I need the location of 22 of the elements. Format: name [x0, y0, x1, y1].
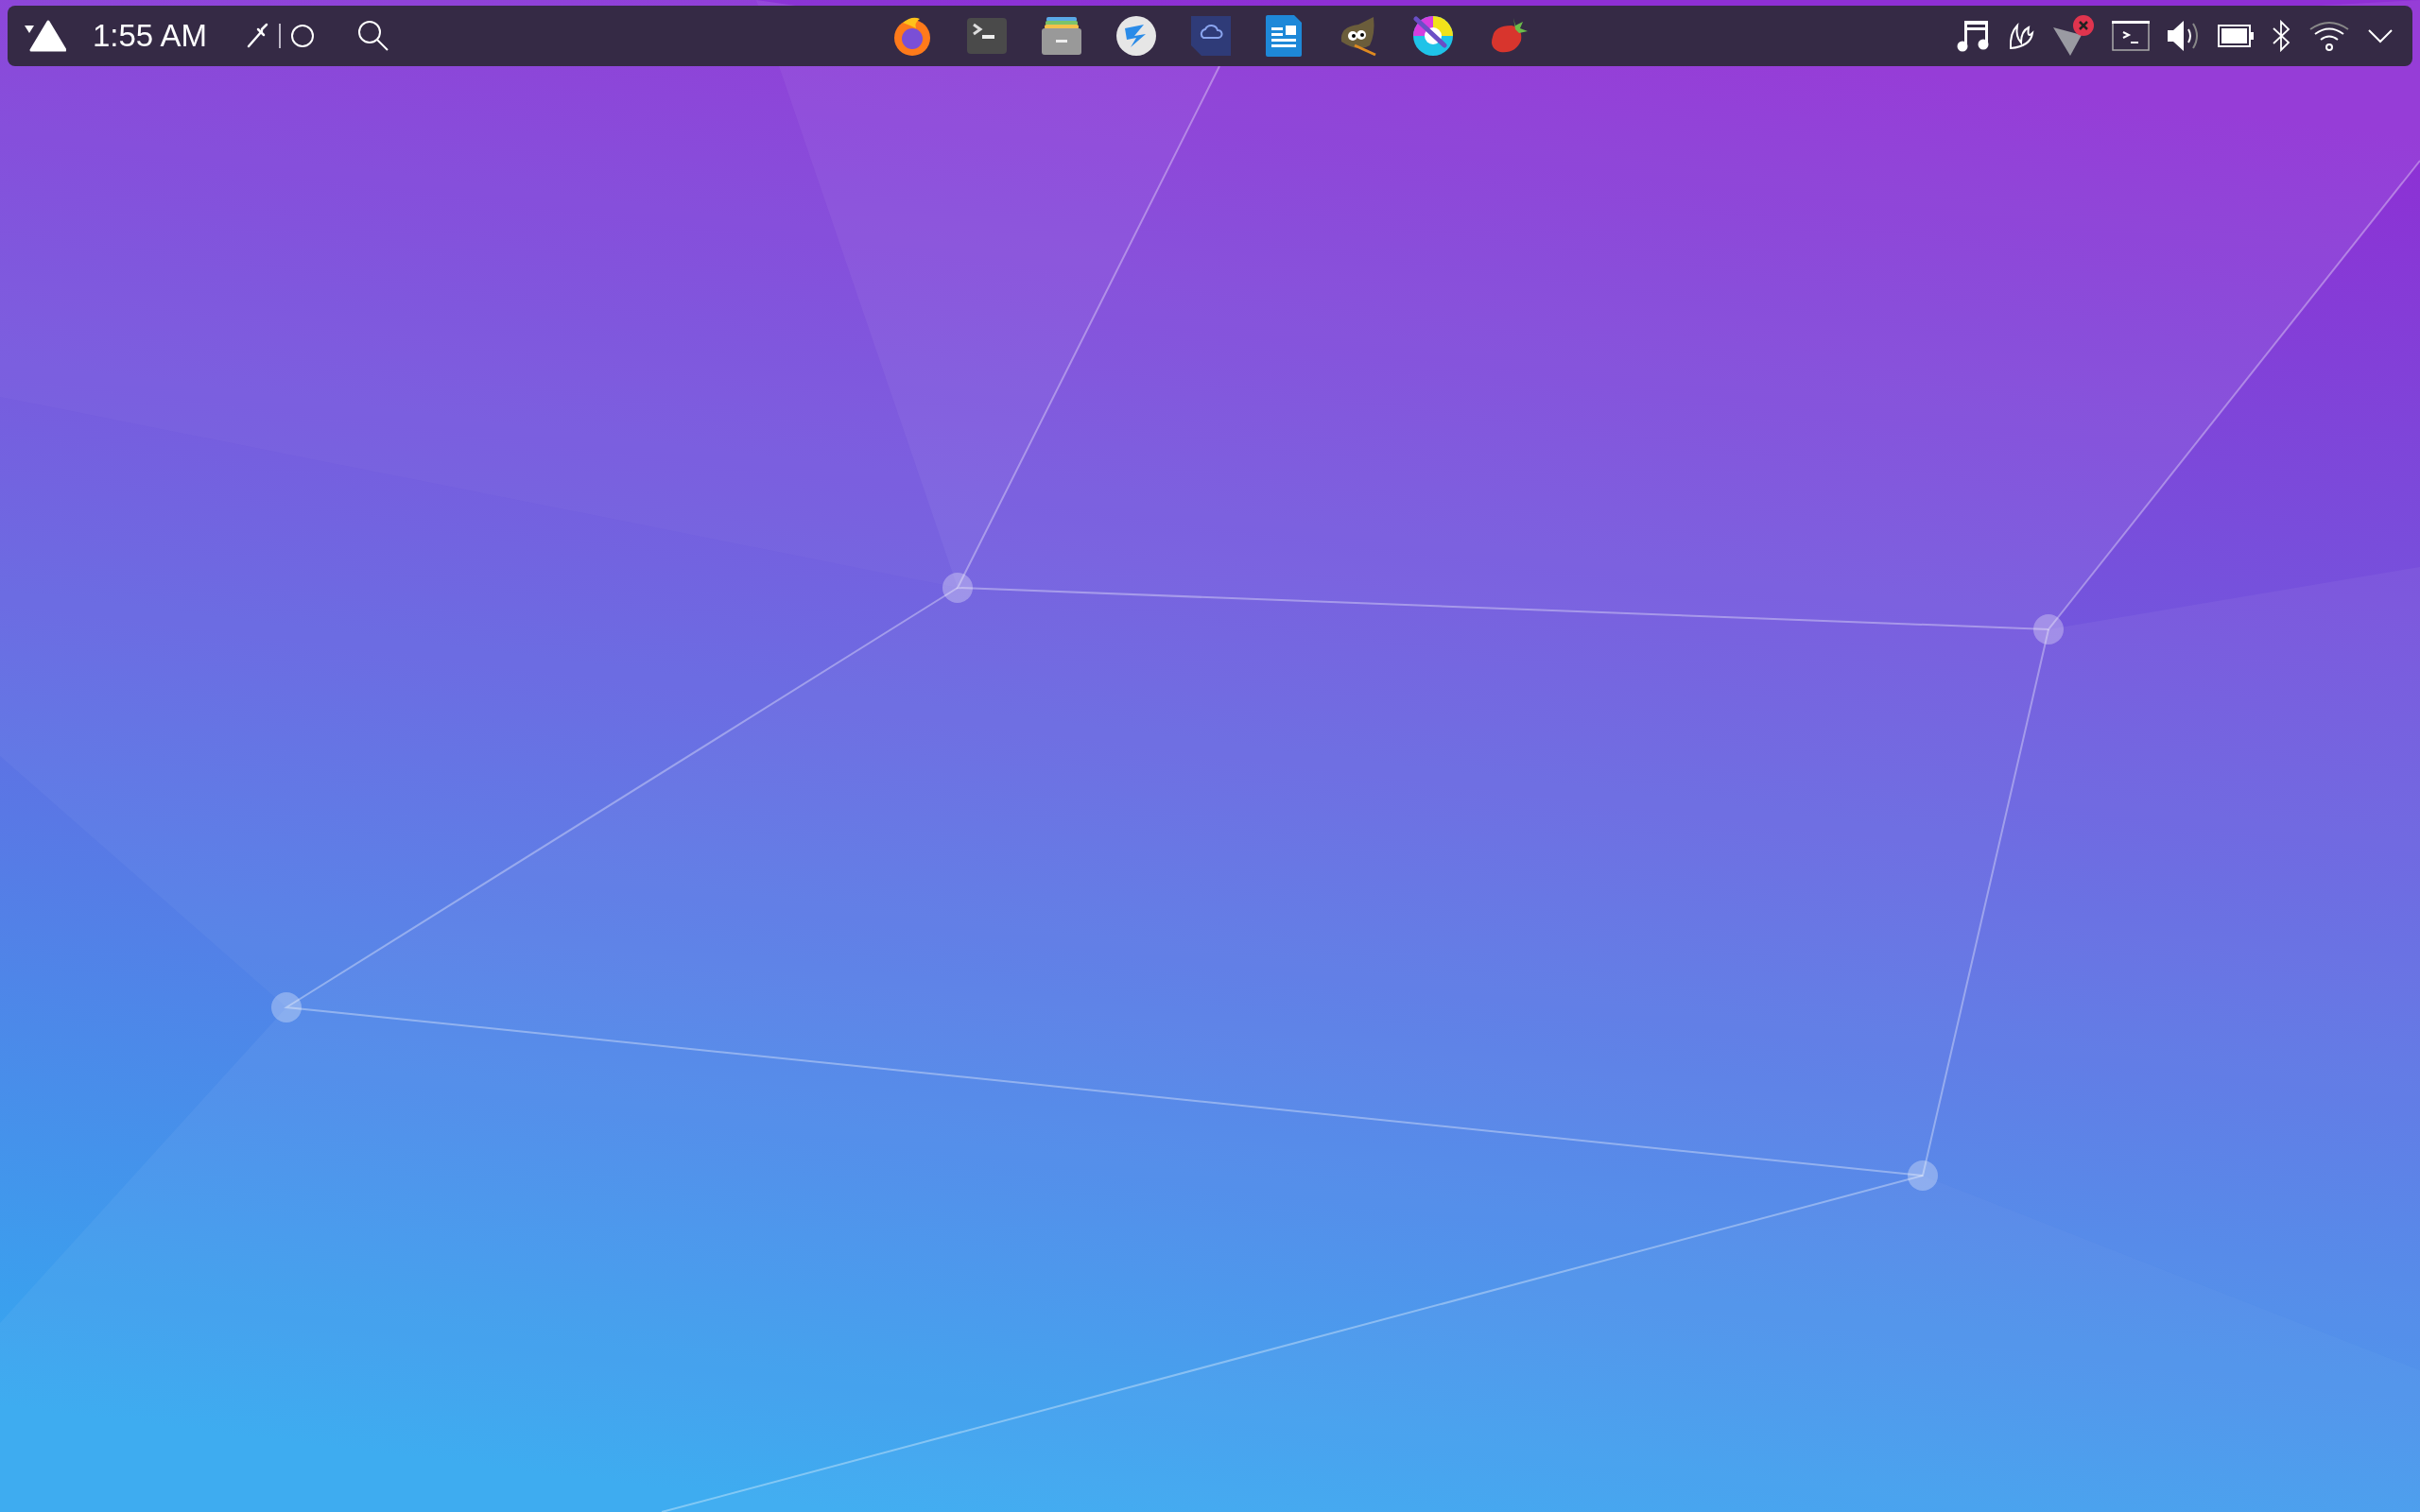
- wallpaper-dot: [271, 992, 302, 1022]
- wifi-icon[interactable]: [2308, 20, 2350, 52]
- circle-icon[interactable]: [290, 24, 316, 48]
- wallpaper-dot: [1908, 1160, 1938, 1191]
- clock[interactable]: 1:55 AM: [93, 18, 208, 54]
- wallpaper-dot: [2033, 614, 2064, 644]
- music-note-icon[interactable]: [1957, 19, 1991, 53]
- paint-palette-icon[interactable]: [1412, 15, 1454, 57]
- launcher-logo-icon[interactable]: [23, 20, 66, 52]
- terminal-icon[interactable]: [966, 17, 1008, 55]
- wallpaper-dot: [942, 573, 973, 603]
- cloud-note-icon[interactable]: [1190, 15, 1232, 57]
- color-picker-icon[interactable]: [245, 22, 270, 50]
- chevron-down-icon[interactable]: [2367, 28, 2394, 43]
- volume-icon[interactable]: [2167, 20, 2201, 52]
- terminal-icon[interactable]: [2112, 21, 2150, 51]
- bluetooth-icon[interactable]: [2271, 20, 2291, 52]
- leaf-icon[interactable]: [2008, 22, 2034, 50]
- document-icon[interactable]: [1265, 14, 1303, 58]
- file-drawer-icon[interactable]: [1041, 16, 1082, 56]
- vpn-error-icon[interactable]: [2051, 14, 2095, 58]
- battery-icon[interactable]: [2218, 25, 2254, 47]
